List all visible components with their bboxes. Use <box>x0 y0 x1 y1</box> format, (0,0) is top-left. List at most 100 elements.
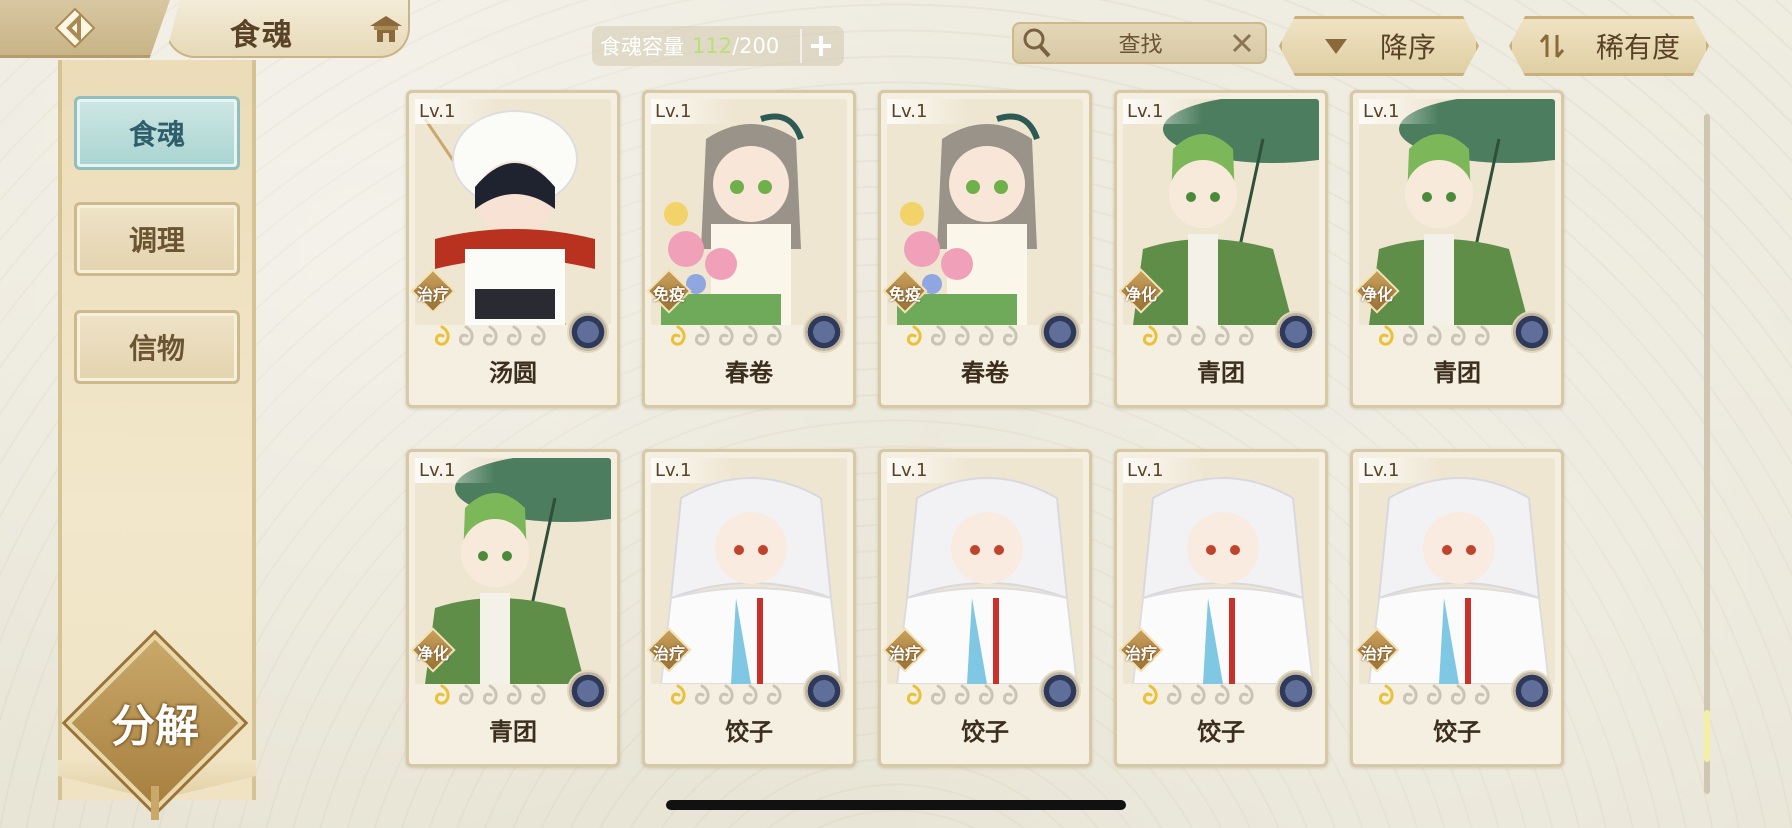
star-icon <box>530 325 546 346</box>
magnifier-icon <box>1023 28 1051 58</box>
star-icon <box>670 325 686 346</box>
card-name: 青团 <box>489 717 537 746</box>
trait-badge: 治疗 <box>1118 627 1164 673</box>
card-level: Lv.1 <box>415 99 496 124</box>
tab-shihun[interactable]: 食魂 <box>74 96 240 170</box>
tab-tiaoli[interactable]: 调理 <box>74 202 240 276</box>
capacity-max: 200 <box>739 34 780 58</box>
search-box[interactable]: 查找 <box>1012 22 1267 64</box>
star-icon <box>1474 325 1490 346</box>
element-emblem-icon <box>1275 311 1317 353</box>
star-icon <box>506 325 522 346</box>
swap-icon <box>1539 34 1565 58</box>
plus-icon <box>811 36 831 56</box>
top-left-bar: 食魂 <box>0 0 420 60</box>
star-rating <box>903 684 1021 710</box>
star-icon <box>930 325 946 346</box>
house-icon[interactable] <box>368 14 404 44</box>
close-icon[interactable] <box>1227 28 1257 58</box>
home-indicator[interactable] <box>666 800 1126 810</box>
star-icon <box>458 684 474 705</box>
food-soul-card[interactable]: Lv.1 治疗 饺子 <box>1114 449 1328 767</box>
back-button[interactable] <box>0 0 170 58</box>
star-icon <box>1238 325 1254 346</box>
scrollbar-thumb[interactable] <box>1704 710 1710 762</box>
card-level: Lv.1 <box>651 458 732 483</box>
card-name: 饺子 <box>961 717 1009 746</box>
food-soul-card[interactable]: Lv.1 免疫春卷 <box>642 90 856 408</box>
card-name: 饺子 <box>1197 717 1245 746</box>
expand-capacity-button[interactable] <box>800 29 840 63</box>
star-icon <box>1238 684 1254 705</box>
trait-badge: 免疫 <box>882 268 928 314</box>
trait-badge: 治疗 <box>882 627 928 673</box>
star-icon <box>1142 325 1158 346</box>
card-name: 青团 <box>1197 358 1245 387</box>
card-level: Lv.1 <box>887 458 968 483</box>
card-name: 汤圆 <box>489 358 537 387</box>
star-icon <box>530 684 546 705</box>
card-name: 春卷 <box>725 358 773 387</box>
star-icon <box>482 684 498 705</box>
trait-label: 净化 <box>1124 285 1157 304</box>
card-level: Lv.1 <box>887 99 968 124</box>
card-level: Lv.1 <box>1359 458 1440 483</box>
star-icon <box>1426 325 1442 346</box>
tab-xinwu[interactable]: 信物 <box>74 310 240 384</box>
food-soul-card[interactable]: Lv.1 治疗 汤圆 <box>406 90 620 408</box>
element-emblem-icon <box>567 670 609 712</box>
star-rating <box>431 325 549 351</box>
scrollbar-track[interactable] <box>1704 114 1710 794</box>
card-level: Lv.1 <box>651 99 732 124</box>
food-soul-card[interactable]: Lv.1 治疗 饺子 <box>642 449 856 767</box>
food-soul-card[interactable]: Lv.1 治疗饺子 <box>878 449 1092 767</box>
sort-by-button[interactable]: 稀有度 <box>1509 16 1709 76</box>
star-icon <box>1002 325 1018 346</box>
star-icon <box>482 325 498 346</box>
card-name: 春卷 <box>961 358 1009 387</box>
star-icon <box>1214 684 1230 705</box>
decompose-label[interactable]: 分解 <box>92 690 218 754</box>
element-emblem-icon <box>1275 670 1317 712</box>
star-rating <box>1139 325 1257 351</box>
star-icon <box>742 325 758 346</box>
star-icon <box>978 684 994 705</box>
star-icon <box>906 325 922 346</box>
element-emblem-icon <box>1511 311 1553 353</box>
trait-badge: 免疫 <box>646 268 692 314</box>
element-emblem-icon <box>803 311 845 353</box>
star-icon <box>718 684 734 705</box>
star-rating <box>667 325 785 351</box>
star-icon <box>766 325 782 346</box>
food-soul-card[interactable]: Lv.1 净化青团 <box>406 449 620 767</box>
search-input[interactable]: 查找 <box>1054 27 1227 59</box>
star-icon <box>906 684 922 705</box>
star-icon <box>434 325 450 346</box>
food-soul-card[interactable]: Lv.1 治疗 饺子 <box>1350 449 1564 767</box>
star-icon <box>1378 325 1394 346</box>
food-soul-card[interactable]: Lv.1 免疫春卷 <box>878 90 1092 408</box>
star-icon <box>434 684 450 705</box>
trait-label: 净化 <box>416 644 449 663</box>
star-icon <box>506 684 522 705</box>
trait-badge: 净化 <box>410 627 456 673</box>
card-level: Lv.1 <box>415 458 496 483</box>
food-soul-card[interactable]: Lv.1 净化 青团 <box>1350 90 1564 408</box>
trait-badge: 净化 <box>1354 268 1400 314</box>
food-soul-card[interactable]: Lv.1 净化 青团 <box>1114 90 1328 408</box>
star-icon <box>1450 684 1466 705</box>
sort-order-button[interactable]: 降序 <box>1279 16 1479 76</box>
trait-badge: 净化 <box>1118 268 1164 314</box>
star-icon <box>1402 325 1418 346</box>
trait-label: 治疗 <box>1124 644 1157 663</box>
star-icon <box>1142 684 1158 705</box>
star-icon <box>718 325 734 346</box>
trait-label: 治疗 <box>888 644 921 663</box>
star-icon <box>1402 684 1418 705</box>
star-icon <box>1426 684 1442 705</box>
trait-label: 免疫 <box>652 285 685 304</box>
star-icon <box>1166 325 1182 346</box>
element-emblem-icon <box>1511 670 1553 712</box>
star-icon <box>954 325 970 346</box>
star-rating <box>667 684 785 710</box>
